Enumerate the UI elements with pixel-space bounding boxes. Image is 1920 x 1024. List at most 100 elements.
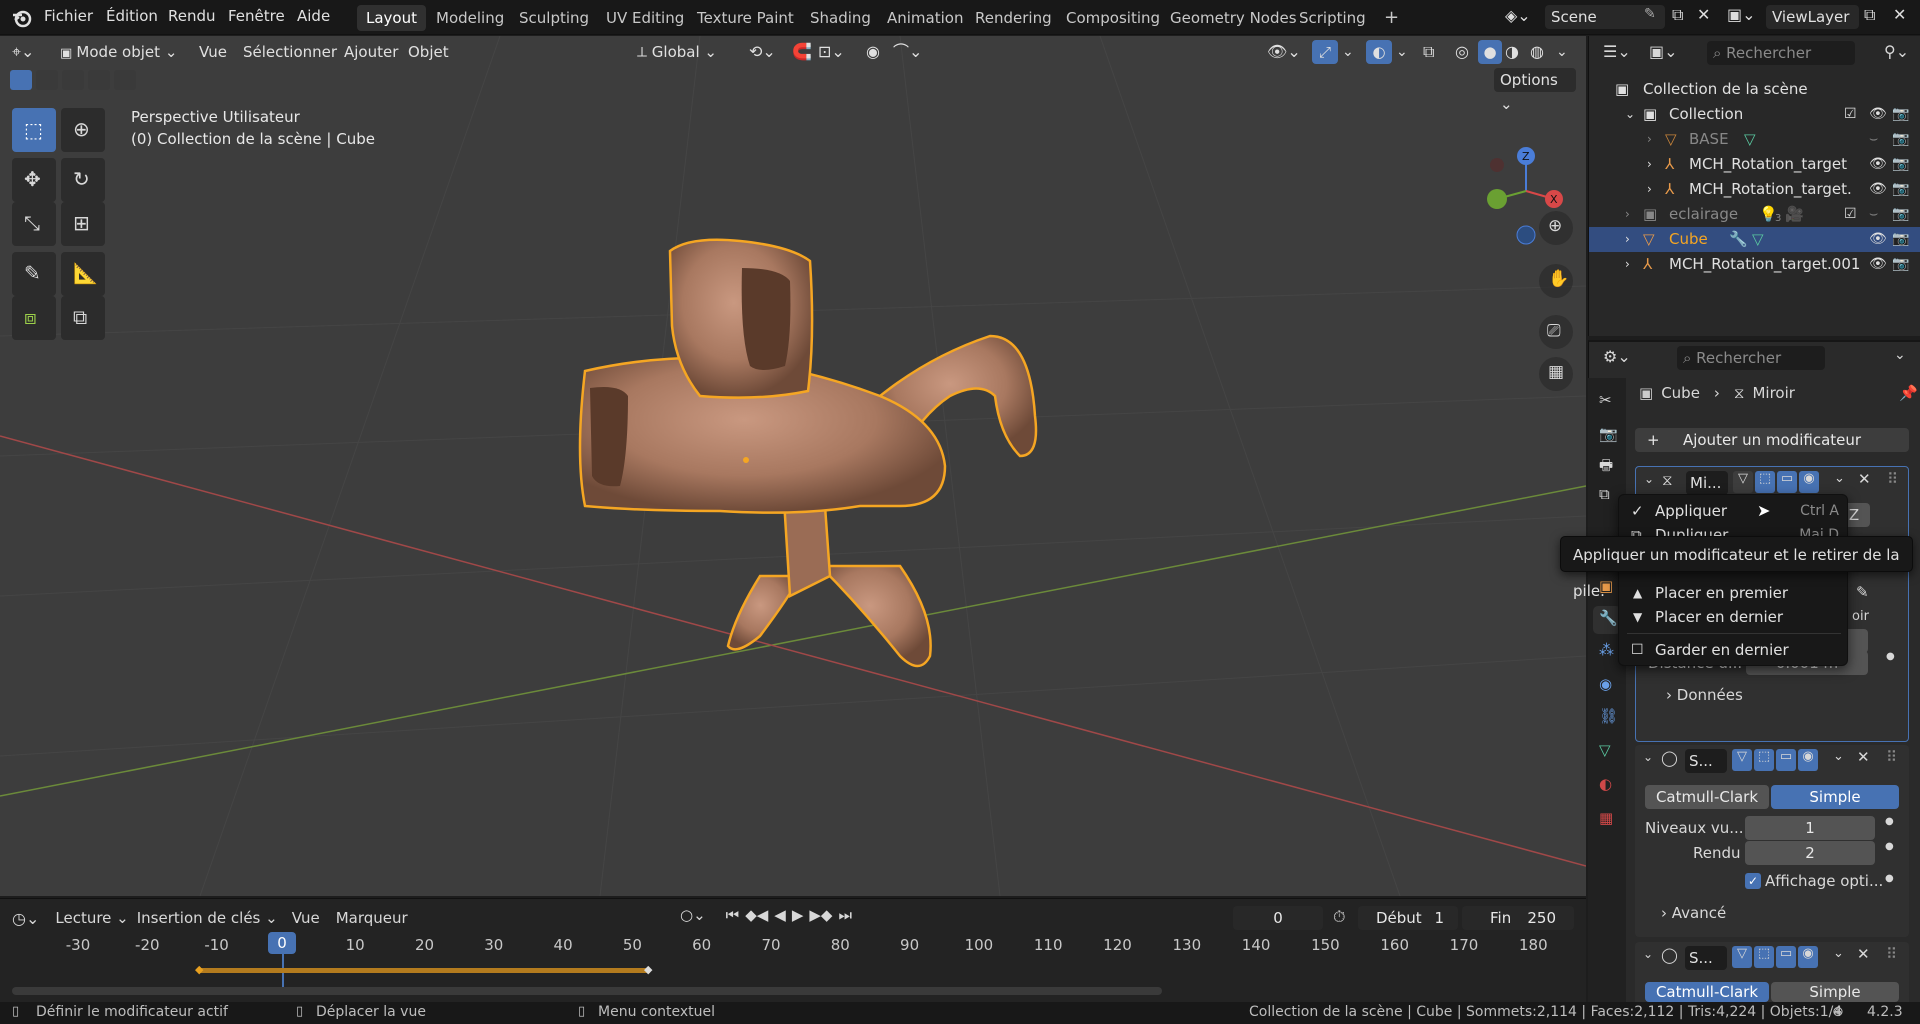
realtime-icon[interactable]: ▭ (1776, 946, 1796, 968)
subsurf-2-name-field[interactable]: S... (1685, 946, 1727, 970)
keyframe-start-icon[interactable]: ◆ (195, 963, 203, 976)
close-icon[interactable]: ✕ (1858, 470, 1871, 488)
menu-ajouter[interactable]: Ajouter (344, 36, 398, 68)
close-icon[interactable]: ✕ (1857, 945, 1870, 963)
xray-icon[interactable]: ⧉ (1423, 36, 1434, 68)
pivot-icon[interactable]: ⟲⌄ (749, 36, 776, 68)
solid-shading-icon[interactable]: ● (1478, 40, 1502, 64)
outliner-row-mch-2[interactable]: › ⅄ MCH_Rotation_target. 👁 📷 (1589, 177, 1920, 202)
tab-shading[interactable]: Shading (801, 5, 880, 31)
dropdown-chevron-icon[interactable]: ⌄ (1834, 471, 1845, 486)
chevron-right-icon[interactable]: › (1647, 152, 1652, 177)
tab-layout[interactable]: Layout (357, 5, 426, 31)
new-view-layer-icon[interactable]: ⧉ (1864, 5, 1875, 25)
add-workspace-button[interactable]: + (1375, 5, 1408, 31)
edit-mode-icon[interactable]: ⬚ (1754, 749, 1774, 771)
edit-cage-icon[interactable]: ▽ (1732, 946, 1752, 968)
texture-tab[interactable]: ▦ (1593, 806, 1621, 834)
realtime-icon[interactable]: ▭ (1777, 471, 1797, 493)
dropdown-chevron-icon[interactable]: ⌄ (1833, 946, 1844, 961)
current-frame-field[interactable]: 0 (1233, 906, 1323, 930)
outliner-row-mch-001[interactable]: › ⅄ MCH_Rotation_target.001 👁 📷 (1589, 252, 1920, 277)
tab-uv-editing[interactable]: UV Editing (597, 5, 693, 31)
play-reverse-icon[interactable]: ◀ (774, 906, 786, 924)
filter-icon[interactable]: ⚲⌄ (1884, 42, 1909, 61)
menu-edition[interactable]: Édition (100, 0, 164, 35)
constraints-tab[interactable]: ⛓ (1593, 704, 1621, 732)
annotate-tool[interactable]: ✎ (12, 252, 56, 296)
tab-rendering[interactable]: Rendering (966, 5, 1061, 31)
simple-button[interactable]: Simple (1771, 785, 1899, 809)
keyframe-end-icon[interactable]: ◆ (644, 963, 652, 976)
measure-tool[interactable]: 📐 (61, 252, 105, 296)
tab-compositing[interactable]: Compositing (1057, 5, 1169, 31)
edit-mode-icon[interactable]: ⬚ (1755, 471, 1775, 493)
drag-handle-icon[interactable]: ⠿ (1886, 748, 1897, 766)
select-intersect-icon[interactable] (114, 70, 136, 90)
render-levels-field[interactable]: 2 (1745, 841, 1875, 865)
end-frame-field[interactable]: Fin 250 (1462, 906, 1574, 930)
pin-icon[interactable]: ✎ (1644, 6, 1656, 22)
chevron-right-icon[interactable]: › (1625, 252, 1630, 277)
select-subtract-icon[interactable] (62, 70, 84, 90)
realtime-icon[interactable]: ▭ (1776, 749, 1796, 771)
cursor-tool[interactable]: ⊕ (61, 108, 105, 152)
add-modifier-button[interactable]: + Ajouter un modificateur (1635, 428, 1909, 452)
shading-dropdown-icon[interactable]: ⌄ (1556, 36, 1568, 68)
menu-selectionner[interactable]: Sélectionner (243, 36, 337, 68)
camera-view-button[interactable]: ⎚ (1539, 315, 1573, 349)
menu-item-placer-dernier[interactable]: ▼ Placer en dernier (1619, 605, 1849, 629)
menu-item-appliquer[interactable]: ✓ Appliquer Ctrl A (1619, 499, 1849, 523)
drag-handle-icon[interactable]: ⠿ (1887, 470, 1898, 488)
modifier-tab[interactable]: 🔧 (1593, 606, 1621, 634)
tab-texture-paint[interactable]: Texture Paint (688, 5, 803, 31)
render-tab[interactable]: 📷 (1593, 422, 1621, 450)
catmull-clark-button[interactable]: Catmull-Clark (1645, 785, 1769, 809)
exclude-checkbox[interactable]: ☑ (1844, 202, 1857, 227)
snap-icon[interactable]: 🧲 (792, 36, 812, 68)
overlays-toggle-icon[interactable]: ◐ (1366, 40, 1392, 64)
collapse-chevron-icon[interactable]: ⌄ (1643, 750, 1653, 764)
render-camera-icon[interactable]: 📷 (1892, 202, 1909, 227)
orientation-dropdown[interactable]: ⟂ Global ⌄ (637, 36, 717, 68)
new-scene-icon[interactable]: ⧉ (1672, 5, 1683, 25)
properties-editor-type-icon[interactable]: ⚙⌄ (1603, 347, 1631, 366)
tab-sculpting[interactable]: Sculpting (510, 5, 598, 31)
mirror-name-field[interactable]: Mi... (1686, 471, 1728, 495)
overlays-dropdown-icon[interactable]: ⌄ (1396, 36, 1408, 68)
material-tab[interactable]: ◐ (1593, 772, 1621, 800)
menu-item-placer-premier[interactable]: ▲ Placer en premier (1619, 581, 1849, 605)
close-icon[interactable]: ✕ (1857, 748, 1870, 766)
eye-icon[interactable]: 👁 (1869, 252, 1887, 277)
levels-field[interactable]: 1 (1745, 816, 1875, 840)
extrude-tool[interactable]: ⧉ (61, 296, 105, 340)
material-shading-icon[interactable]: ◑ (1505, 36, 1519, 68)
gizmo-toggle-icon[interactable]: ⤢ (1312, 40, 1338, 64)
physics-tab[interactable]: ◉ (1593, 672, 1621, 700)
eye-icon[interactable]: 👁 (1869, 227, 1887, 252)
outliner-row-base[interactable]: › ▽ BASE ▽ ⌣ 📷 (1589, 127, 1920, 152)
render-camera-icon[interactable]: 📷 (1892, 152, 1909, 177)
select-new-icon[interactable] (10, 70, 32, 90)
drag-handle-icon[interactable]: ⠿ (1886, 945, 1897, 963)
properties-options-icon[interactable]: ⌄ (1894, 347, 1906, 363)
3d-viewport[interactable]: Z X Perspective Utilisateur (0) Collecti… (0, 36, 1586, 896)
gizmo-dropdown-icon[interactable]: ⌄ (1342, 36, 1354, 68)
delete-scene-icon[interactable]: ✕ (1697, 5, 1710, 24)
render-camera-icon[interactable]: 📷 (1892, 127, 1909, 152)
edit-cage-icon[interactable]: ▽ (1732, 749, 1752, 771)
pan-button[interactable]: ✋ (1539, 264, 1573, 298)
render-camera-icon[interactable]: ◉ (1799, 471, 1819, 493)
select-box-tool[interactable]: ⬚ (12, 108, 56, 152)
catmull-clark-button[interactable]: Catmull-Clark (1645, 982, 1769, 1002)
view-layer-tab[interactable]: ⧉ (1593, 482, 1621, 510)
dropdown-chevron-icon[interactable]: ⌄ (1833, 749, 1844, 764)
outliner-row-eclairage[interactable]: › ▣ eclairage 💡 3 🎥 ☑ ⌣ 📷 (1589, 202, 1920, 227)
properties-search-field[interactable]: ⌕ Rechercher (1677, 346, 1825, 370)
subsurf-name-field[interactable]: S... (1685, 749, 1727, 773)
snap-target-icon[interactable]: ⊡⌄ (818, 36, 845, 68)
menu-lecture[interactable]: Lecture ⌄ (55, 909, 128, 927)
outliner-root-row[interactable]: ▣ Collection de la scène (1589, 77, 1920, 102)
menu-marqueur[interactable]: Marqueur (336, 909, 408, 927)
view-layer-icon[interactable]: ▣⌄ (1727, 5, 1756, 24)
